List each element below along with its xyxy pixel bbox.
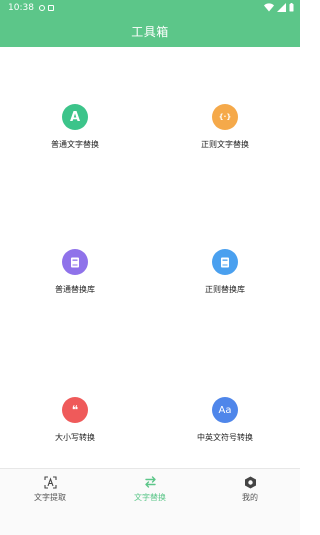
- quote-icon: ❝: [62, 397, 88, 423]
- swap-arrows-icon: [100, 475, 200, 489]
- status-time: 10:38: [8, 3, 34, 13]
- tool-regex-replace[interactable]: {·} 正则文字替换: [150, 104, 300, 150]
- letter-a-icon: A: [62, 104, 88, 130]
- tool-label: 中英文符号转换: [197, 433, 253, 442]
- tool-label: 正则文字替换: [201, 140, 249, 149]
- text-scan-icon: [0, 475, 100, 489]
- tool-label: 大小写转换: [55, 433, 95, 442]
- tool-plain-replace[interactable]: A 普通文字替换: [0, 104, 150, 150]
- tool-label: 普通文字替换: [51, 140, 99, 149]
- app-header: 10:38 工具箱: [0, 0, 300, 47]
- tool-regex-library[interactable]: 正则替换库: [150, 249, 300, 295]
- tool-case-convert[interactable]: ❝ 大小写转换: [0, 397, 150, 443]
- signal-icon: [277, 3, 286, 12]
- tab-text-replace[interactable]: 文字替换: [100, 475, 200, 503]
- tab-label: 文字提取: [34, 493, 66, 502]
- tab-label: 文字替换: [134, 493, 166, 502]
- status-icons: [264, 3, 294, 12]
- bottom-navigation: 文字提取 文字替换 我的: [0, 468, 300, 535]
- aa-icon: Aa: [212, 397, 238, 423]
- tool-label: 普通替换库: [55, 285, 95, 294]
- tool-label: 正则替换库: [205, 285, 245, 294]
- book-icon: [212, 249, 238, 275]
- tab-label: 我的: [242, 493, 258, 502]
- tab-text-extract[interactable]: 文字提取: [0, 475, 100, 503]
- notification-icon: [48, 5, 54, 11]
- tool-symbol-convert[interactable]: Aa 中英文符号转换: [150, 397, 300, 443]
- tab-mine[interactable]: 我的: [200, 475, 300, 503]
- hexagon-icon: [200, 475, 300, 489]
- tool-plain-library[interactable]: 普通替换库: [0, 249, 150, 295]
- regex-braces-icon: {·}: [212, 104, 238, 130]
- page-title: 工具箱: [131, 25, 169, 39]
- notification-icon: [39, 5, 45, 11]
- wifi-icon: [264, 3, 274, 12]
- battery-icon: [289, 3, 294, 12]
- book-icon: [62, 249, 88, 275]
- status-bar: 10:38: [0, 0, 300, 16]
- tools-grid: A 普通文字替换 {·} 正则文字替换 普通替换库 正则替换库 ❝ 大小写转换 …: [0, 47, 300, 467]
